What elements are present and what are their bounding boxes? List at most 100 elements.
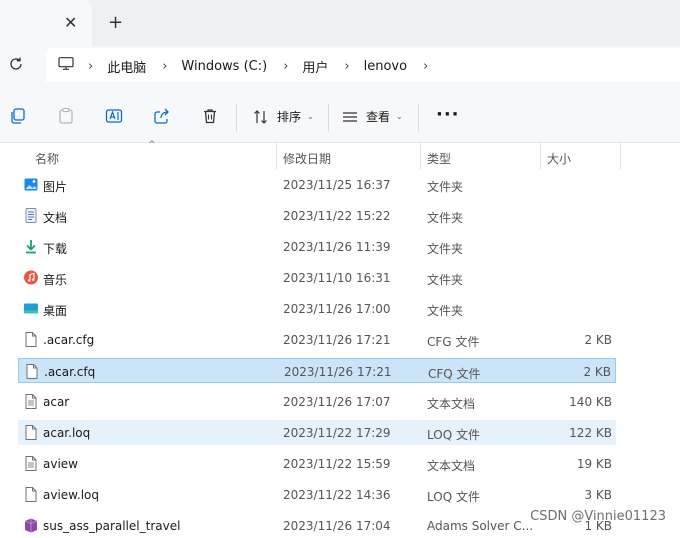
- active-tab[interactable]: ✕: [0, 0, 92, 46]
- file-name: .acar.cfg: [43, 333, 95, 347]
- toolbar-divider: [418, 104, 419, 132]
- sort-label: 排序: [277, 110, 302, 124]
- file-row[interactable]: 图片 2023/11/25 16:37 文件夹: [18, 172, 616, 197]
- file-type: LOQ 文件: [427, 428, 480, 442]
- address-bar[interactable]: › 此电脑 › Windows (C:) › 用户 › lenovo ›: [46, 48, 680, 82]
- sort-icon: [254, 109, 267, 124]
- file-row[interactable]: 音乐 2023/11/10 16:31 文件夹: [18, 265, 616, 290]
- file-modified-date: 2023/11/26 17:04: [283, 519, 391, 533]
- breadcrumb-drive-c[interactable]: Windows (C:): [181, 59, 267, 74]
- refresh-icon[interactable]: [8, 56, 24, 72]
- file-size: 3 KB: [584, 488, 612, 502]
- column-name[interactable]: 名称: [35, 150, 59, 167]
- file-name: sus_ass_parallel_travel: [43, 519, 181, 533]
- view-button[interactable]: 查看 ⌄: [342, 108, 403, 125]
- adams-file-icon: [24, 518, 38, 533]
- file-modified-date: 2023/11/26 17:21: [283, 333, 391, 347]
- file-type: 文件夹: [427, 304, 464, 318]
- file-size: 19 KB: [576, 457, 612, 471]
- file-name: 文档: [43, 211, 68, 225]
- file-modified-date: 2023/11/26 11:39: [283, 240, 391, 254]
- breadcrumb-users[interactable]: 用户: [302, 57, 328, 76]
- file-name: .acar.cfq: [44, 365, 96, 379]
- chevron-right-icon[interactable]: ›: [283, 59, 288, 74]
- file-row[interactable]: 文档 2023/11/22 15:22 文件夹: [18, 203, 616, 228]
- file-icon: [26, 364, 38, 379]
- watermark: CSDN @Vinnie01123: [530, 509, 666, 524]
- column-divider[interactable]: [420, 143, 421, 170]
- chevron-down-icon: ⌄: [396, 112, 403, 121]
- text-file-icon: [25, 394, 37, 409]
- chevron-right-icon[interactable]: ›: [162, 59, 167, 74]
- text-file-icon: [25, 456, 37, 471]
- breadcrumb-lenovo[interactable]: lenovo: [364, 59, 407, 74]
- file-size: 2 KB: [584, 333, 612, 347]
- file-row[interactable]: aview.loq 2023/11/22 14:36 LOQ 文件 3 KB: [18, 482, 616, 507]
- close-tab-icon[interactable]: ✕: [64, 13, 77, 32]
- file-modified-date: 2023/11/25 16:37: [283, 178, 391, 192]
- column-modified[interactable]: 修改日期: [283, 150, 331, 167]
- file-row[interactable]: .acar.cfq 2023/11/26 17:21 CFQ 文件 2 KB: [18, 358, 616, 383]
- file-type: 文本文档: [427, 459, 476, 473]
- file-size: 2 KB: [583, 365, 611, 379]
- address-row: › 此电脑 › Windows (C:) › 用户 › lenovo ›: [0, 46, 680, 96]
- file-modified-date: 2023/11/22 17:29: [283, 426, 391, 440]
- share-icon[interactable]: [153, 107, 171, 125]
- paste-icon[interactable]: [57, 107, 75, 125]
- delete-icon[interactable]: [201, 107, 219, 125]
- more-options-icon[interactable]: ···: [436, 104, 460, 125]
- file-row[interactable]: aview 2023/11/22 15:59 文本文档 19 KB: [18, 451, 616, 476]
- file-name: aview.loq: [43, 488, 99, 502]
- file-icon: [25, 487, 37, 502]
- tab-strip: ✕ +: [0, 0, 680, 46]
- column-divider[interactable]: [540, 143, 541, 170]
- column-divider[interactable]: [276, 143, 277, 170]
- view-icon: [343, 111, 357, 122]
- file-row[interactable]: .acar.cfg 2023/11/26 17:21 CFG 文件 2 KB: [18, 327, 616, 352]
- rename-icon[interactable]: [105, 107, 123, 125]
- file-type: 文件夹: [427, 211, 464, 225]
- file-type: CFQ 文件: [428, 367, 481, 381]
- breadcrumb: › 此电脑 › Windows (C:) › 用户 › lenovo ›: [88, 57, 442, 76]
- downloads-folder-icon: [26, 240, 36, 254]
- file-row[interactable]: acar 2023/11/26 17:07 文本文档 140 KB: [18, 389, 616, 414]
- chevron-down-icon: ⌄: [307, 112, 314, 121]
- pictures-folder-icon: [24, 178, 38, 191]
- documents-folder-icon: [25, 208, 37, 223]
- file-row[interactable]: 桌面 2023/11/26 17:00 文件夹: [18, 296, 616, 321]
- file-icon: [25, 332, 37, 347]
- copy-icon[interactable]: [9, 107, 27, 125]
- column-header: ^ 名称 修改日期 类型 大小: [0, 140, 680, 170]
- new-tab-icon[interactable]: +: [108, 12, 123, 33]
- this-pc-icon[interactable]: [58, 57, 74, 70]
- file-modified-date: 2023/11/26 17:21: [284, 365, 392, 379]
- file-name: acar.loq: [43, 426, 91, 440]
- file-name: 图片: [43, 180, 68, 194]
- file-modified-date: 2023/11/26 17:00: [283, 302, 391, 316]
- view-label: 查看: [366, 110, 391, 124]
- file-size: 122 KB: [569, 426, 612, 440]
- file-name: aview: [43, 457, 78, 471]
- file-name: 下载: [43, 242, 68, 256]
- sort-ascending-icon: ^: [148, 140, 156, 150]
- file-type: Adams Solver C...: [427, 519, 534, 533]
- file-row[interactable]: acar.loq 2023/11/22 17:29 LOQ 文件 122 KB: [18, 420, 616, 445]
- column-divider[interactable]: [620, 143, 621, 170]
- chevron-right-icon[interactable]: ›: [423, 59, 428, 74]
- column-size[interactable]: 大小: [547, 150, 571, 167]
- toolbar-divider: [328, 104, 329, 132]
- chevron-right-icon[interactable]: ›: [88, 59, 93, 74]
- sort-button[interactable]: 排序 ⌄: [253, 108, 314, 125]
- file-modified-date: 2023/11/22 14:36: [283, 488, 391, 502]
- file-row[interactable]: 下载 2023/11/26 11:39 文件夹: [18, 234, 616, 259]
- breadcrumb-this-pc[interactable]: 此电脑: [107, 57, 146, 76]
- file-row[interactable]: sus_ass_parallel_travel 2023/11/26 17:04 A…: [18, 513, 616, 538]
- file-type: LOQ 文件: [427, 490, 480, 504]
- desktop-folder-icon: [24, 303, 38, 314]
- chevron-right-icon[interactable]: ›: [344, 59, 349, 74]
- column-type[interactable]: 类型: [427, 150, 451, 167]
- toolbar-divider: [236, 104, 237, 132]
- file-name: 音乐: [43, 273, 68, 287]
- file-modified-date: 2023/11/22 15:22: [283, 209, 391, 223]
- music-folder-icon: [24, 270, 38, 285]
